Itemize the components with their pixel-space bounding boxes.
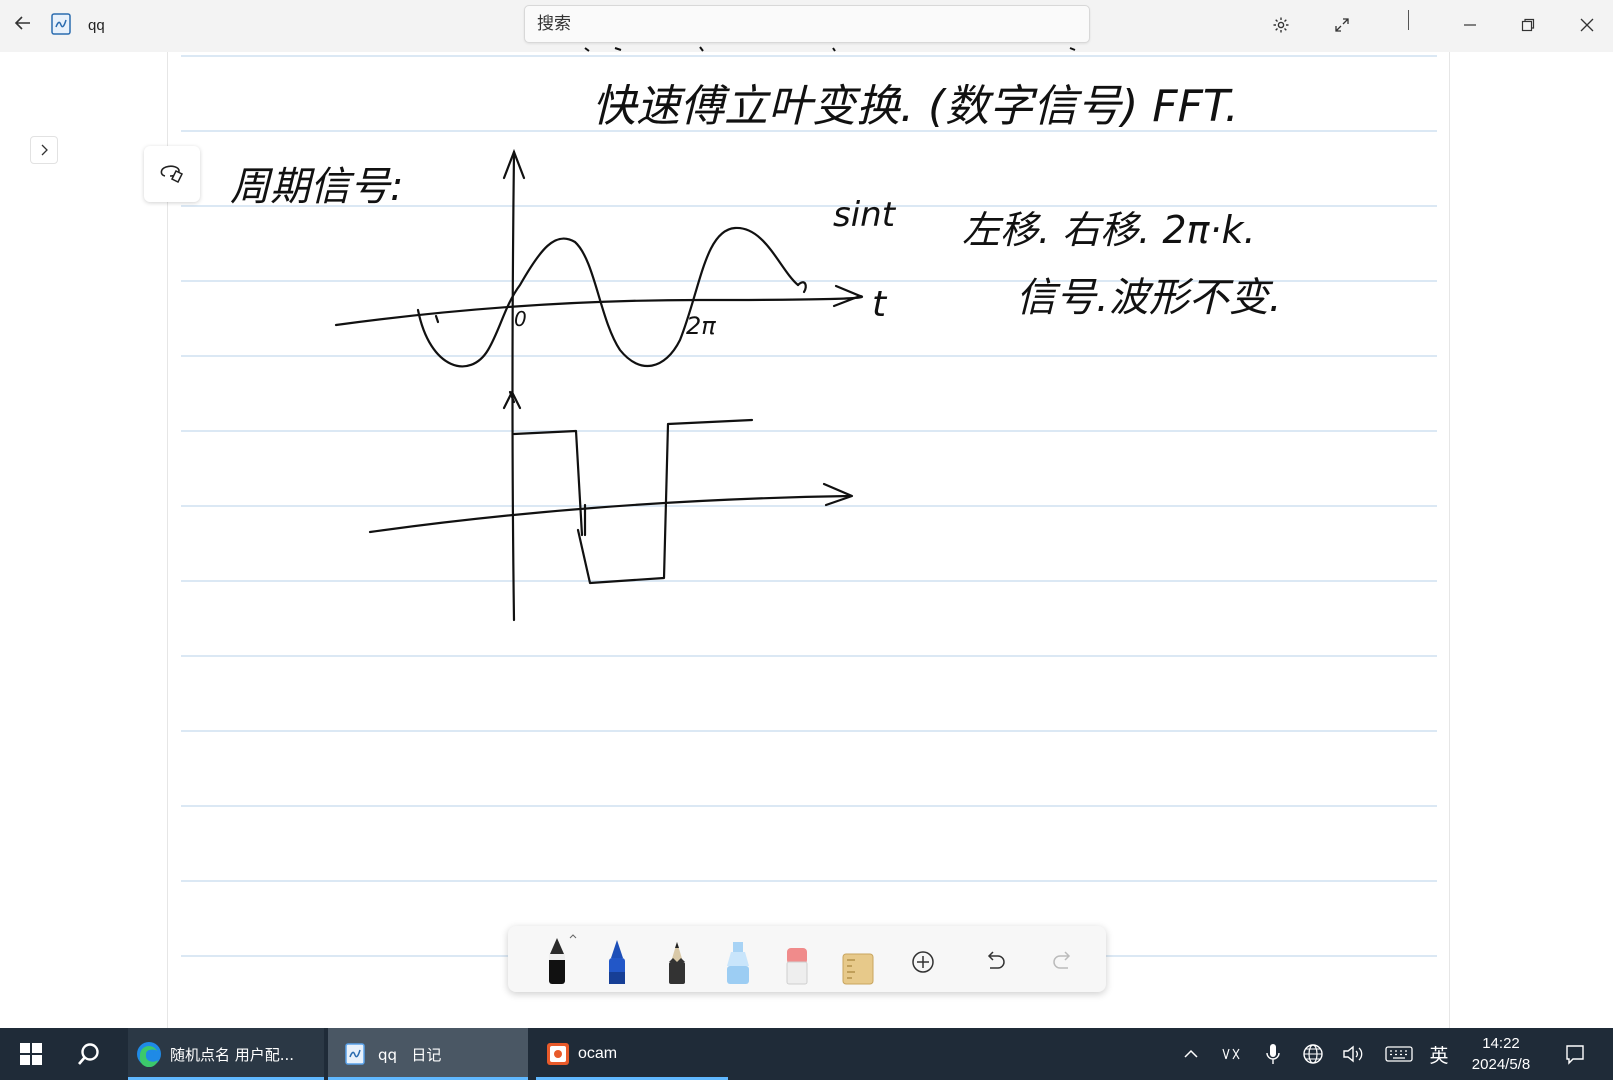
redo-icon[interactable] [1040,932,1086,988]
handwritten-shift-note: 左移. 右移. 2π·k. [962,208,1256,252]
speaker-icon[interactable] [1340,1042,1366,1066]
handwritten-periodic-label: 周期信号: [230,164,403,210]
windows-start-icon[interactable] [14,1028,48,1080]
taskbar-item-ocam[interactable]: ocam [536,1028,728,1080]
add-space-icon[interactable] [900,932,946,988]
pen-toolbar [508,926,1106,992]
edge-browser-icon [136,1041,162,1068]
t-axis-label: t [872,284,888,325]
microphone-icon[interactable] [1262,1042,1284,1066]
highlighter-icon[interactable] [714,932,760,988]
chevron-up-icon[interactable] [1180,1042,1202,1066]
period-label: 2π [686,312,716,340]
eraser-icon[interactable] [774,932,820,988]
taskbar-item-label: qq 日记 [378,1045,442,1064]
undo-icon[interactable] [972,932,1018,988]
search-icon[interactable] [72,1028,106,1080]
clock-time: 14:22 [1482,1035,1520,1052]
clock[interactable]: 14:22 2024/5/8 [1456,1033,1546,1075]
handwritten-sin-label: sint [833,195,897,235]
sine-sketch [334,148,863,622]
notification-icon[interactable] [1562,1042,1588,1066]
origin-label: 0 [514,307,527,331]
taskbar-item-label: ocam [578,1045,618,1062]
taskbar: 随机点名 用户配... qq 日记 ocam 英 14:22 2024/5/8 [0,1028,1613,1080]
black-pen-icon[interactable] [534,932,580,988]
handwritten-heading: 快速傅立叶变换. (数字信号) FFT. [592,81,1239,132]
handwritten-waveform-note: 信号.波形不变. [1016,275,1281,321]
pencil-icon[interactable] [654,932,700,988]
taskbar-item-edge[interactable]: 随机点名 用户配... [128,1028,324,1080]
blue-pen-icon[interactable] [594,932,640,988]
language-indicator[interactable]: 英 [1426,1042,1452,1067]
taskbar-item-label: 随机点名 用户配... [170,1045,295,1064]
ocam-icon [546,1042,570,1066]
clock-date: 2024/5/8 [1471,1056,1531,1073]
square-wave-sketch [368,390,854,585]
taskbar-item-journal[interactable]: qq 日记 [328,1028,528,1080]
keyboard-icon[interactable] [1384,1042,1414,1066]
ink-layer: 快速傅立叶变换. (数字信号) FFT. 周期信号: sint 左移. 右移. … [230,46,1281,622]
ime-mode-icon[interactable] [1218,1042,1246,1066]
globe-icon[interactable] [1300,1042,1326,1066]
journal-app-icon [344,1042,366,1066]
ruler-icon[interactable] [834,932,880,988]
